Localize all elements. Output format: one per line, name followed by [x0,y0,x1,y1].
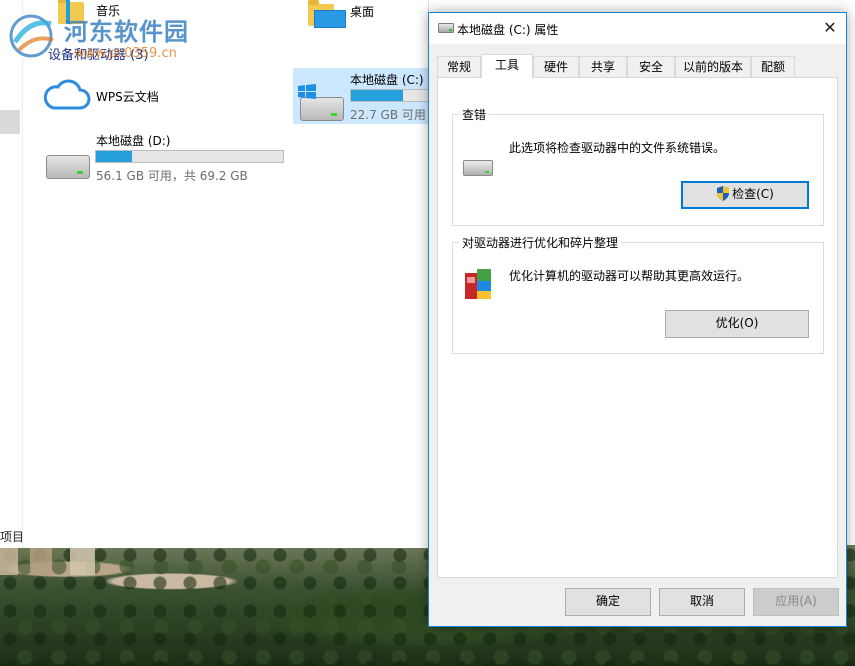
watermark-url: www.pc0359.cn [74,46,177,61]
tab-previous-versions[interactable]: 以前的版本 [675,56,751,77]
error-check-description: 此选项将检查驱动器中的文件系统错误。 [509,139,725,156]
optimize-button[interactable]: 优化(O) [665,310,809,338]
drive-title-icon [438,23,454,33]
drive-c-usage-fill [351,90,403,101]
tab-quota[interactable]: 配额 [751,56,795,77]
drive-d-free-space: 56.1 GB 可用，共 69.2 GB [96,167,248,184]
drive-d-usage-fill [96,151,132,162]
tools-tab-panel: 查错 此选项将检查驱动器中的文件系统错误。 检查(C) 对驱动器进行优化和碎片整… [437,77,838,578]
tab-sharing[interactable]: 共享 [579,56,627,77]
desktop-screen-icon [314,10,346,28]
drive-c-name: 本地磁盘 (C:) [350,71,424,88]
drive-d-icon [46,155,90,179]
navigation-selected-item[interactable] [0,110,20,134]
optimize-title: 对驱动器进行优化和碎片整理 [459,234,621,251]
wps-cloud-icon [42,78,92,112]
status-bar-items: 项目 [0,528,24,545]
tab-tools[interactable]: 工具 [481,54,533,78]
close-button[interactable]: ✕ [814,13,846,44]
navigation-pane[interactable] [0,0,23,548]
drive-c-usage-bar [350,89,429,102]
dialog-titlebar[interactable]: 本地磁盘 (C:) 属性 ✕ [429,13,846,44]
drive-properties-dialog: 本地磁盘 (C:) 属性 ✕ 常规 工具 硬件 共享 安全 以前的版本 配额 查… [428,12,847,627]
tab-general[interactable]: 常规 [437,56,481,77]
check-button-label: 检查(C) [732,187,774,201]
windows-logo-icon [298,84,316,100]
ok-button[interactable]: 确定 [565,588,651,616]
check-button[interactable]: 检查(C) [681,181,809,209]
drive-check-icon [463,160,493,176]
error-check-group: 查错 此选项将检查驱动器中的文件系统错误。 检查(C) [452,114,824,226]
error-check-title: 查错 [459,106,489,123]
uac-shield-icon [716,186,730,201]
tab-security[interactable]: 安全 [627,56,675,77]
drive-c-free-space: 22.7 GB 可用 [350,106,426,123]
apply-button[interactable]: 应用(A) [753,588,839,616]
optimize-group: 对驱动器进行优化和碎片整理 优化计算机的驱动器可以帮助其更高效运行。 优化(O) [452,242,824,354]
drive-c-icon [300,97,344,121]
watermark-logo-icon [5,12,63,58]
drive-d-usage-bar [95,150,284,163]
desktop-folder-label[interactable]: 桌面 [350,3,374,20]
cancel-button[interactable]: 取消 [659,588,745,616]
dialog-title: 本地磁盘 (C:) 属性 [457,21,558,38]
drive-d-name[interactable]: 本地磁盘 (D:) [96,132,170,149]
tab-hardware[interactable]: 硬件 [533,56,579,77]
defrag-icon [463,267,495,301]
wallpaper-houses [0,545,120,575]
file-explorer-window: 音乐 桌面 设备和驱动器 (3) WPS云文档 本地磁盘 (C:) 22.7 G… [0,0,429,548]
optimize-description: 优化计算机的驱动器可以帮助其更高效运行。 [509,267,749,284]
wps-cloud-label[interactable]: WPS云文档 [96,88,159,105]
watermark-title: 河东软件园 [64,12,189,47]
